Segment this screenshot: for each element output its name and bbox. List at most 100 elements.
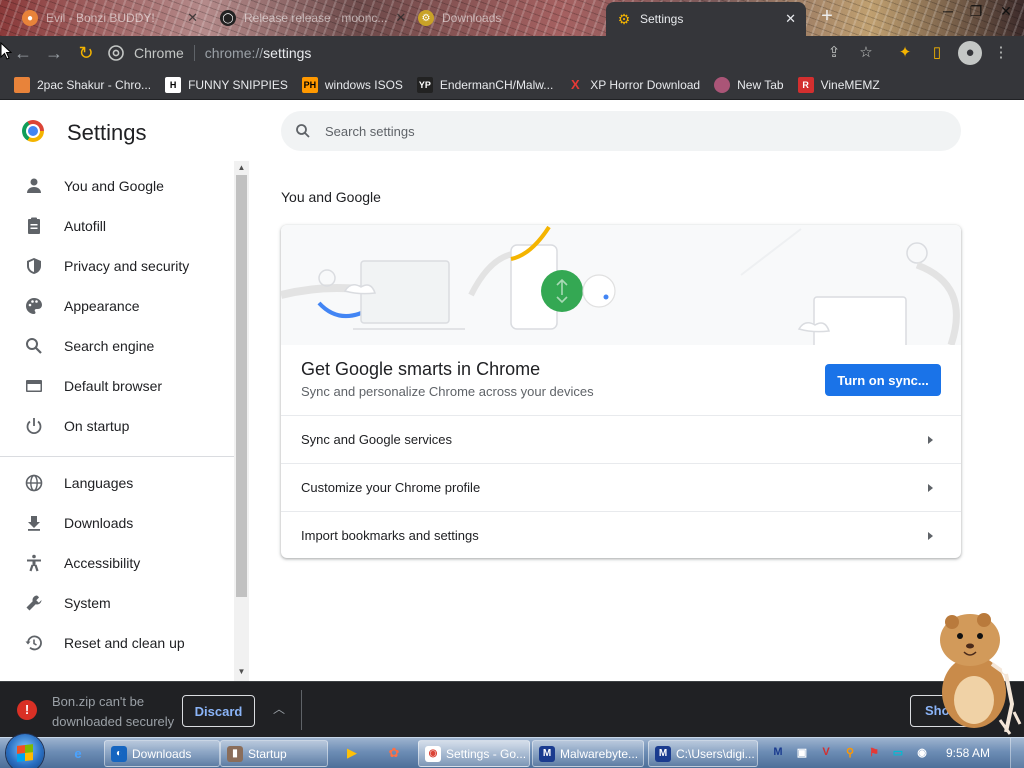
reload-icon[interactable]: ↻ <box>75 42 97 64</box>
close-icon[interactable]: ✕ <box>187 10 198 26</box>
tab-label: Evil - Bonzi BUDDY! <box>46 11 155 25</box>
sidebar-item-languages[interactable]: Languages <box>0 463 234 503</box>
settings-gear-icon: ⚙ <box>617 10 631 27</box>
extensions-puzzle-icon[interactable]: ✦ <box>895 43 915 63</box>
hamster-desktop-buddy[interactable] <box>930 600 1024 740</box>
row-label: Sync and Google services <box>301 432 453 447</box>
clipboard-icon <box>28 217 40 234</box>
forward-arrow-icon[interactable]: → <box>43 42 65 64</box>
tray-flag-icon[interactable]: ⚑ <box>866 744 882 760</box>
system-clock[interactable]: 9:58 AM <box>946 746 990 760</box>
tab-downloads[interactable]: ⚙ Downloads <box>408 2 604 34</box>
malwarebytes-tray-icon[interactable]: M <box>770 744 786 760</box>
app-swirl-icon[interactable]: ✿ <box>384 743 404 763</box>
bookmark-new-tab[interactable]: New Tab <box>714 76 784 93</box>
mouse-cursor-icon <box>0 42 12 60</box>
bookmarks-bar: 2pac Shakur - Chro... H FUNNY SNIPPIES P… <box>0 70 1024 100</box>
bookmark-favicon-icon: R <box>797 76 814 93</box>
taskbar-button-malwarebytes[interactable]: M Malwarebyte... <box>532 740 644 767</box>
profile-avatar-icon[interactable]: ● <box>958 41 982 65</box>
bookmark-xp-horror[interactable]: X XP Horror Download <box>567 77 700 93</box>
sidebar-item-label: Languages <box>64 475 134 491</box>
turn-on-sync-button[interactable]: Turn on sync... <box>825 364 941 396</box>
row-customize-chrome-profile[interactable]: Customize your Chrome profile <box>281 463 961 511</box>
sidebar-item-search-engine[interactable]: Search engine <box>0 326 234 366</box>
scroll-down-arrow-icon[interactable]: ▼ <box>234 665 249 679</box>
taskbar-button-label: Downloads <box>132 746 192 761</box>
scroll-up-arrow-icon[interactable]: ▲ <box>234 161 249 175</box>
taskbar-button-label: Settings - Go... <box>446 746 527 761</box>
sidebar-scrollbar[interactable]: ▲ ▼ <box>234 161 249 681</box>
malwarebytes-icon: M <box>655 745 671 762</box>
sidebar-item-label: Reset and clean up <box>64 635 185 651</box>
sidebar-item-label: Privacy and security <box>64 258 190 274</box>
taskbar-button-downloads[interactable]: ◐ Downloads <box>104 740 220 767</box>
search-input[interactable] <box>325 123 825 139</box>
tray-app-icon[interactable]: ▣ <box>794 744 810 760</box>
sidebar-item-downloads[interactable]: Downloads <box>0 503 234 543</box>
media-player-icon[interactable]: ▶ <box>342 743 362 763</box>
tray-volume-icon[interactable]: ◉ <box>914 744 930 760</box>
bookmark-label: XP Horror Download <box>590 77 701 92</box>
browser-toolbar: ← → ↻ Chrome chrome://settings ⇪ ☆ ✦ ▯ ●… <box>0 36 1024 70</box>
side-panel-icon[interactable]: ▯ <box>927 43 947 63</box>
sidebar-item-accessibility[interactable]: Accessibility <box>0 543 234 583</box>
card-subheading: Sync and personalize Chrome across your … <box>301 384 594 399</box>
sidebar-item-label: Default browser <box>64 378 163 394</box>
bookmark-favicon-icon: PH <box>301 76 318 93</box>
internet-explorer-icon[interactable]: e <box>68 743 88 763</box>
bookmark-funny-snippies[interactable]: H FUNNY SNIPPIES <box>165 76 288 93</box>
sidebar-item-you-and-google[interactable]: You and Google <box>0 166 234 206</box>
new-tab-button[interactable]: + <box>816 6 838 28</box>
row-sync-and-google-services[interactable]: Sync and Google services <box>281 415 961 463</box>
sidebar-item-default-browser[interactable]: Default browser <box>0 366 234 406</box>
bookmark-2pac[interactable]: 2pac Shakur - Chro... <box>14 76 151 93</box>
discard-button[interactable]: Discard <box>182 695 255 727</box>
sidebar-item-appearance[interactable]: Appearance <box>0 286 234 326</box>
url-scheme: chrome:// <box>204 45 264 61</box>
tab-bonzi[interactable]: ● Evil - Bonzi BUDDY! ✕ <box>12 2 208 34</box>
start-button[interactable] <box>6 734 44 768</box>
close-icon[interactable]: ✕ <box>785 11 796 27</box>
row-label: Import bookmarks and settings <box>301 528 479 543</box>
close-window-button[interactable]: ✕ <box>992 2 1020 22</box>
row-import-bookmarks-and-settings[interactable]: Import bookmarks and settings <box>281 511 961 558</box>
bookmark-endermanch[interactable]: YP EndermanCH/Malw... <box>416 76 553 93</box>
bookmark-windows-isos[interactable]: PH windows ISOS <box>301 76 403 93</box>
sidebar-item-label: On startup <box>64 418 130 434</box>
sidebar-item-reset-and-clean-up[interactable]: Reset and clean up <box>0 623 234 663</box>
close-icon[interactable]: ✕ <box>395 10 406 26</box>
scrollbar-thumb[interactable] <box>236 175 247 597</box>
sidebar-item-system[interactable]: System <box>0 583 234 623</box>
share-icon[interactable]: ⇪ <box>824 43 844 63</box>
tray-search-icon[interactable]: ⚲ <box>842 744 858 760</box>
chevron-up-icon[interactable]: ︿ <box>270 700 288 718</box>
tray-v-icon[interactable]: V <box>818 744 834 760</box>
tab-settings[interactable]: ⚙ Settings ✕ <box>606 2 806 36</box>
taskbar-button-cmd-users[interactable]: M C:\Users\digi... <box>648 740 758 767</box>
sidebar-item-label: Search engine <box>64 338 155 354</box>
settings-search-box[interactable] <box>281 111 961 151</box>
show-desktop-button[interactable] <box>1010 738 1024 768</box>
bookmark-favicon-icon <box>14 76 30 93</box>
menu-kebab-icon[interactable]: ⋮ <box>991 43 1011 63</box>
bookmark-favicon-icon: X <box>570 77 580 92</box>
maximize-button[interactable]: ❐ <box>962 2 990 22</box>
tab-github-release[interactable]: ◯ Release release · moonc... ✕ <box>210 2 406 34</box>
chrome-icon: ◉ <box>425 745 441 762</box>
taskbar-button-settings-chrome[interactable]: ◉ Settings - Go... <box>418 740 530 767</box>
taskbar-button-startup[interactable]: ▮ Startup <box>220 740 328 767</box>
address-bar[interactable]: Chrome chrome://settings <box>108 39 808 67</box>
chrome-logo-icon <box>22 120 44 142</box>
sidebar-item-on-startup[interactable]: On startup <box>0 406 234 446</box>
bookmark-favicon-icon <box>714 76 731 93</box>
bookmark-vinememz[interactable]: R VineMEMZ <box>797 76 880 93</box>
sidebar-item-autofill[interactable]: Autofill <box>0 206 234 246</box>
wrench-icon <box>26 595 42 611</box>
back-arrow-icon[interactable]: ← <box>12 42 34 64</box>
sidebar-item-privacy-and-security[interactable]: Privacy and security <box>0 246 234 286</box>
tray-monitor-icon[interactable]: ▭ <box>890 744 906 760</box>
windows-taskbar: e ◐ Downloads ▮ Startup ▶ ✿ ◉ Settings -… <box>0 734 1024 768</box>
bookmark-star-icon[interactable]: ☆ <box>856 43 876 63</box>
minimize-button[interactable]: ─ <box>934 2 962 22</box>
